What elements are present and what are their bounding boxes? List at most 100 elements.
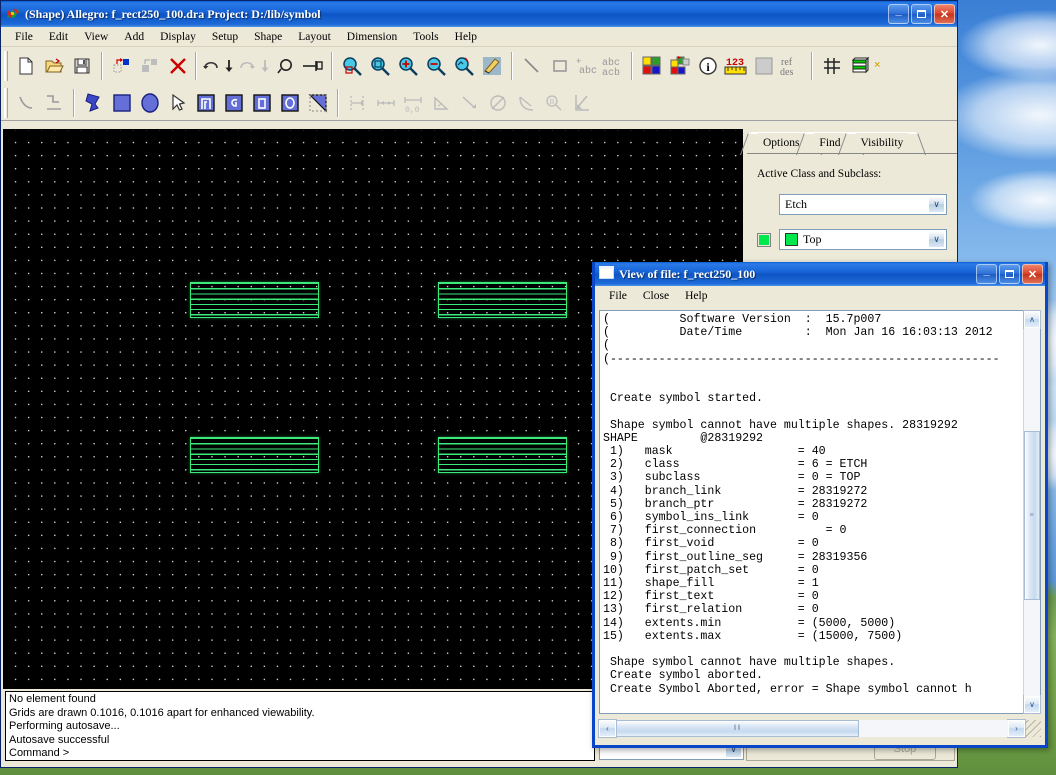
dim-baseline-icon[interactable]: 0,0 (400, 89, 428, 117)
layers-icon[interactable] (846, 52, 874, 80)
toolbar-grip[interactable] (4, 51, 9, 81)
line-segment-icon[interactable] (12, 89, 40, 117)
status-line: No element found (9, 693, 591, 707)
select-arrow-icon[interactable] (164, 89, 192, 117)
scroll-right-button[interactable]: › (1008, 720, 1025, 737)
refresh-icon[interactable] (272, 52, 300, 80)
shape-bottom-right[interactable] (438, 437, 567, 473)
scroll-up-button[interactable]: ∧ (1024, 311, 1040, 328)
view-dialog-text-area[interactable]: ( Software Version : 15.7p007 ( Date/Tim… (599, 310, 1041, 714)
subclass-combo[interactable]: Top ∨ (779, 229, 947, 250)
dim-angular-icon[interactable] (428, 89, 456, 117)
tab-visibility[interactable]: Visibility (849, 132, 916, 153)
shape-compose-icon[interactable] (192, 89, 220, 117)
zoom-fit-icon[interactable] (338, 52, 366, 80)
dim-datum-icon[interactable] (372, 89, 400, 117)
line-icon[interactable] (518, 52, 546, 80)
vd-menu-file[interactable]: File (601, 288, 635, 304)
dim-chamfer-icon[interactable] (568, 89, 596, 117)
subclass-color-swatch[interactable] (757, 233, 771, 247)
step-line-icon[interactable] (40, 89, 68, 117)
dim-diameter-icon[interactable] (484, 89, 512, 117)
redo-icon[interactable] (236, 52, 258, 80)
view-dialog-hscrollbar[interactable]: ‹ ‖‖ › (599, 718, 1041, 738)
dim-balloon-icon[interactable]: B (540, 89, 568, 117)
info-icon[interactable]: i (694, 52, 722, 80)
cut-partial-icon[interactable] (874, 52, 886, 80)
grid-icon[interactable] (818, 52, 846, 80)
save-file-icon[interactable] (68, 52, 96, 80)
view-dialog-vscrollbar[interactable]: ∧ ≡ ∨ (1023, 311, 1040, 713)
minimize-button[interactable]: _ (976, 264, 997, 284)
chevron-down-icon[interactable]: ∨ (928, 196, 945, 213)
status-console[interactable]: No element found Grids are drawn 0.1016,… (5, 691, 595, 761)
vscroll-thumb[interactable]: ≡ (1024, 431, 1040, 600)
shape-void-rect-icon[interactable] (248, 89, 276, 117)
maximize-button[interactable] (911, 4, 932, 24)
view-dialog-titlebar[interactable]: View of file: f_rect250_100 _ ✕ (595, 262, 1045, 286)
menu-layout[interactable]: Layout (290, 29, 339, 45)
zoom-out-icon[interactable] (422, 52, 450, 80)
maximize-button[interactable] (999, 264, 1020, 284)
pin-icon[interactable] (300, 52, 326, 80)
menu-dimension[interactable]: Dimension (339, 29, 405, 45)
zoom-points-icon[interactable] (450, 52, 478, 80)
menu-setup[interactable]: Setup (204, 29, 246, 45)
class-combo[interactable]: Etch ∨ (779, 194, 947, 215)
vd-menu-close[interactable]: Close (635, 288, 677, 304)
vscroll-track[interactable]: ≡ (1024, 328, 1040, 696)
shape-top-left[interactable] (190, 282, 319, 318)
menu-file[interactable]: File (7, 29, 41, 45)
menu-tools[interactable]: Tools (405, 29, 446, 45)
undo-down-icon[interactable] (222, 52, 236, 80)
undo-icon[interactable] (200, 52, 222, 80)
shape-void-poly-icon[interactable] (220, 89, 248, 117)
menu-view[interactable]: View (76, 29, 116, 45)
hscroll-thumb[interactable]: ‖‖ (616, 720, 859, 737)
dim-leader-icon[interactable] (456, 89, 484, 117)
color-palette-icon[interactable] (638, 52, 666, 80)
open-file-icon[interactable] (40, 52, 68, 80)
hscroll-track[interactable]: ‖‖ (616, 720, 1008, 737)
shadow-icon[interactable] (750, 52, 778, 80)
shape-bottom-left[interactable] (190, 437, 319, 473)
menu-help[interactable]: Help (447, 29, 485, 45)
new-file-icon[interactable] (12, 52, 40, 80)
toolbar-grip[interactable] (4, 88, 9, 118)
color192-icon[interactable] (666, 52, 694, 80)
zoom-world-icon[interactable] (366, 52, 394, 80)
zoom-in-icon[interactable] (394, 52, 422, 80)
cut-icon[interactable] (108, 52, 136, 80)
delete-icon[interactable] (164, 52, 192, 80)
close-button[interactable]: ✕ (1022, 264, 1043, 284)
shape-polygon-icon[interactable] (80, 89, 108, 117)
main-titlebar[interactable]: (Shape) Allegro: f_rect250_100.dra Proje… (1, 1, 957, 27)
scroll-left-button[interactable]: ‹ (599, 720, 616, 737)
menu-display[interactable]: Display (152, 29, 204, 45)
command-prompt[interactable]: Command > (9, 747, 591, 761)
redo-down-icon[interactable] (258, 52, 272, 80)
zoom-paint-icon[interactable] (478, 52, 506, 80)
shape-circle-icon[interactable] (136, 89, 164, 117)
resize-grip[interactable] (1025, 720, 1041, 737)
shape-edit-icon[interactable] (304, 89, 332, 117)
chevron-down-icon[interactable]: ∨ (928, 231, 945, 248)
measure-icon[interactable]: 123 (722, 52, 750, 80)
refdes-icon[interactable]: refdes (778, 52, 806, 80)
vd-menu-help[interactable]: Help (677, 288, 715, 304)
menu-shape[interactable]: Shape (246, 29, 290, 45)
dim-linear-icon[interactable] (344, 89, 372, 117)
shape-top-right[interactable] (438, 282, 567, 318)
scroll-down-button[interactable]: ∨ (1024, 696, 1040, 713)
minimize-button[interactable]: _ (888, 4, 909, 24)
swap-text-icon[interactable]: abcacb (600, 52, 626, 80)
add-text-icon[interactable]: +abc (574, 52, 600, 80)
rectangle-icon[interactable] (546, 52, 574, 80)
menu-add[interactable]: Add (116, 29, 152, 45)
dim-radius-icon[interactable] (512, 89, 540, 117)
copy-icon[interactable] (136, 52, 164, 80)
shape-void-circle-icon[interactable] (276, 89, 304, 117)
menu-edit[interactable]: Edit (41, 29, 76, 45)
close-button[interactable]: ✕ (934, 4, 955, 24)
shape-rect-filled-icon[interactable] (108, 89, 136, 117)
